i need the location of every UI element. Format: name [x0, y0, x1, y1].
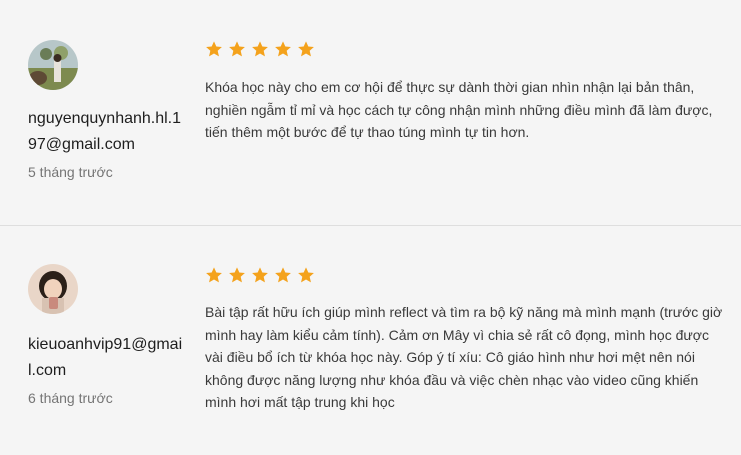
- review-time: 6 tháng trước: [28, 390, 113, 406]
- star-icon: [252, 41, 268, 57]
- star-rating: [205, 40, 315, 58]
- review-text: Bài tập rất hữu ích giúp mình reflect và…: [205, 304, 723, 410]
- avatar: [28, 264, 78, 314]
- star-icon: [298, 41, 314, 57]
- review-item: nguyenquynhanh.hl.197@gmail.com 5 tháng …: [0, 0, 741, 226]
- star-icon: [206, 41, 222, 57]
- star-icon: [206, 267, 222, 283]
- star-icon: [229, 41, 245, 57]
- star-icon: [298, 267, 314, 283]
- star-rating: [205, 266, 315, 284]
- avatar: [28, 40, 78, 90]
- reviewer-email: nguyenquynhanh.hl.197@gmail.com: [28, 110, 182, 153]
- star-icon: [275, 41, 291, 57]
- review-item: kieuoanhvip91@gmail.com 6 tháng trước Bà…: [0, 226, 741, 455]
- review-time: 5 tháng trước: [28, 164, 113, 180]
- star-icon: [229, 267, 245, 283]
- review-text: Khóa học này cho em cơ hội để thực sự dà…: [205, 79, 713, 140]
- star-icon: [275, 267, 291, 283]
- star-icon: [252, 267, 268, 283]
- reviewer-email: kieuoanhvip91@gmail.com: [28, 336, 183, 379]
